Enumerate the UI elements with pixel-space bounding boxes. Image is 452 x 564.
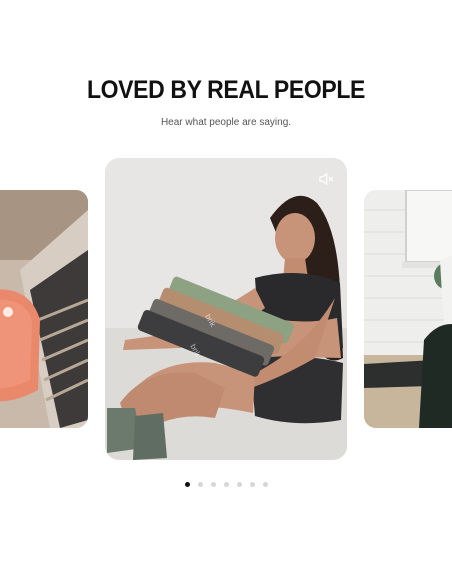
carousel-slide-next[interactable] [364,190,452,428]
carousel-dot[interactable] [210,482,216,487]
carousel-dot[interactable] [197,482,203,487]
video-thumbnail-next [364,190,452,428]
carousel-slide-previous[interactable] [0,190,88,428]
video-thumbnail-previous [0,190,88,428]
carousel-dot[interactable] [249,482,255,487]
speaker-muted-icon [319,173,334,185]
section-subtitle: Hear what people are saying. [160,117,292,128]
mute-toggle-button[interactable] [313,166,339,192]
video-thumbnail-current: bnk bnk [105,158,347,460]
carousel-dot[interactable] [223,482,229,487]
carousel-dot[interactable] [184,482,190,487]
carousel-pagination [0,482,452,488]
carousel-dot[interactable] [262,482,268,487]
section-title: LOVED BY REAL PEOPLE [86,76,366,104]
carousel-dot[interactable] [236,482,242,487]
carousel-slide-current[interactable]: bnk bnk [105,158,347,460]
